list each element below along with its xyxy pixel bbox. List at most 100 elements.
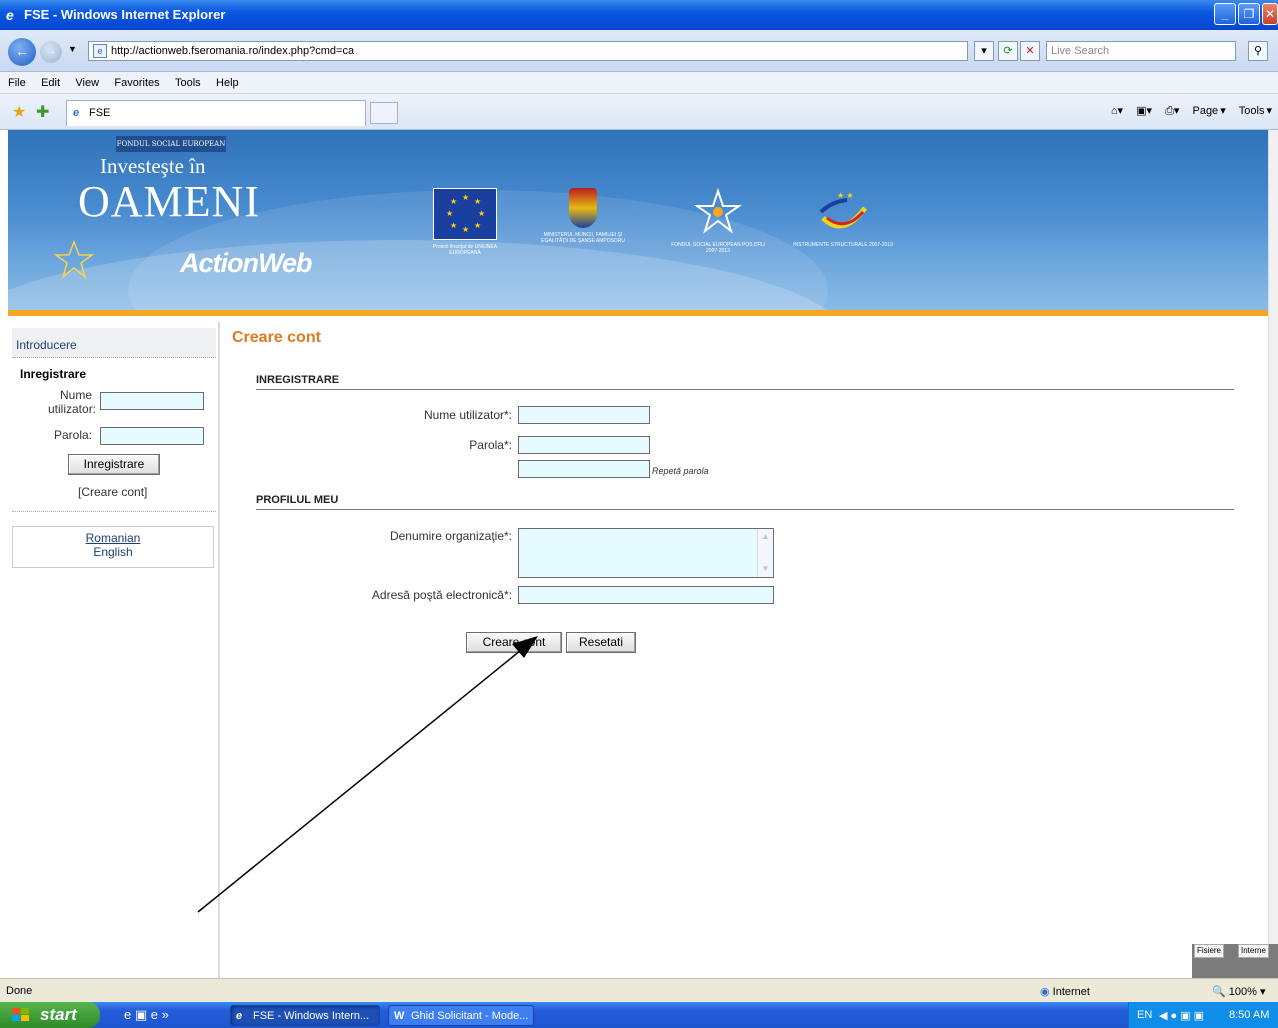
feeds-icon[interactable]: ▣▾ — [1136, 105, 1152, 117]
quicklaunch-icons[interactable]: e ▣ e » — [124, 1007, 169, 1023]
password-repeat-input[interactable] — [518, 460, 650, 478]
language-romanian-link[interactable]: Romanian — [13, 531, 213, 545]
mini-tab-internet[interactable]: Interne — [1238, 944, 1269, 958]
coat-of-arms-icon — [569, 188, 597, 228]
partner-caption: FONDUL SOCIAL EUROPEAN POS DRU 2007-2013 — [671, 242, 765, 254]
tab-label: FSE — [89, 107, 111, 119]
menu-help[interactable]: Help — [216, 72, 239, 94]
search-icon[interactable]: ⚲ — [1248, 41, 1268, 61]
partner-structural: ★ ★ INSTRUMENTE STRUCTURALE 2007-2013 — [788, 188, 898, 248]
partner-fse: FONDUL SOCIAL EUROPEAN POS DRU 2007-2013 — [668, 187, 768, 254]
organization-label: Denumire organizaţie*: — [389, 529, 512, 543]
svg-text:★ ★: ★ ★ — [837, 191, 854, 200]
address-toolbar: ← → ▼ e http://actionweb.fseromania.ro/i… — [0, 30, 1278, 72]
close-button[interactable]: ✕ — [1262, 3, 1278, 25]
site-banner: FONDUL SOCIAL EUROPEAN Investeşte în OAM… — [8, 130, 1268, 316]
tools-menu[interactable]: Tools — [1239, 105, 1265, 117]
ie-logo-icon: e — [6, 7, 14, 23]
page-menu[interactable]: Page — [1192, 105, 1218, 117]
zoom-level[interactable]: 🔍 100% ▾ — [1212, 985, 1265, 998]
search-input[interactable]: Live Search — [1046, 41, 1236, 61]
page-icon: e — [93, 44, 107, 58]
star-outline-icon — [54, 240, 94, 280]
partner-caption: MINISTERUL MUNCII, FAMILIEI ŞI EGALITĂŢI… — [541, 232, 625, 244]
favorites-star-icon[interactable]: ★ — [12, 102, 26, 122]
menu-edit[interactable]: Edit — [41, 72, 60, 94]
tray-clock: 8:50 AM — [1229, 1009, 1270, 1021]
menu-tools[interactable]: Tools — [175, 72, 201, 94]
task-ie[interactable]: e FSE - Windows Intern... — [230, 1005, 380, 1026]
scroll-down-icon[interactable]: ▼ — [760, 563, 771, 574]
task-ie-icon: e — [236, 1010, 243, 1022]
create-account-button[interactable]: Creare cont — [466, 632, 562, 653]
eu-flag-icon: ★ ★ ★ ★ ★ ★ ★ ★ — [433, 188, 497, 240]
new-tab-button[interactable] — [370, 102, 398, 124]
partner-eu: ★ ★ ★ ★ ★ ★ ★ ★ Proiect finanţat de UNIUNEA E… — [420, 188, 510, 256]
tab-fse[interactable]: e FSE — [66, 100, 366, 126]
web-page: FONDUL SOCIAL EUROPEAN Investeşte în OAM… — [8, 130, 1268, 978]
mini-panel: Fisiere Interne — [1192, 944, 1278, 978]
page-title: Creare cont — [232, 329, 321, 346]
command-bar: ⌂▾ ▣▾ ⎙▾ Page ▾ Tools ▾ — [1110, 105, 1272, 117]
windows-flag-icon — [12, 1008, 29, 1021]
home-icon[interactable]: ⌂▾ — [1111, 105, 1123, 117]
tab-bar: ★ ✚ e FSE ⌂▾ ▣▾ ⎙▾ Page ▾ Tools ▾ — [0, 94, 1278, 130]
back-button[interactable]: ← — [8, 38, 36, 66]
partner-caption: INSTRUMENTE STRUCTURALE 2007-2013 — [793, 242, 893, 248]
tray-language[interactable]: EN — [1137, 1009, 1152, 1021]
textarea-scrollbar[interactable]: ▲ ▼ — [757, 529, 773, 577]
window-titlebar: e FSE - Windows Internet Explorer _ ❐ ✕ — [0, 0, 1278, 30]
window-title: FSE - Windows Internet Explorer — [24, 7, 226, 22]
stop-icon[interactable]: ✕ — [1020, 41, 1040, 61]
start-button[interactable]: start — [0, 1002, 100, 1028]
task-word[interactable]: W Ghid Solicitant - Mode... — [388, 1005, 534, 1026]
globe-icon: ◉ — [1040, 986, 1050, 998]
address-input[interactable]: e http://actionweb.fseromania.ro/index.p… — [88, 41, 968, 61]
email-label: Adresă poştă electronică*: — [371, 588, 512, 602]
sidebar-create-account-link[interactable]: [Creare cont] — [78, 485, 147, 499]
language-box: Romanian English — [12, 526, 214, 568]
taskbar: start e ▣ e » e FSE - Windows Intern... … — [0, 1002, 1278, 1028]
refresh-icon[interactable]: ⟳ — [998, 41, 1018, 61]
scroll-up-icon[interactable]: ▲ — [760, 531, 771, 542]
sidebar-item-label: Introducere — [16, 338, 77, 352]
system-tray: EN ◀ ● ▣ ▣ 8:50 AM — [1128, 1002, 1278, 1028]
status-bar: Done ◉ Internet 🔍 100% ▾ — [0, 978, 1278, 1002]
partner-ministry: MINISTERUL MUNCII, FAMILIEI ŞI EGALITĂŢI… — [538, 188, 628, 244]
reset-button[interactable]: Resetati — [566, 632, 636, 653]
language-english-link[interactable]: English — [13, 545, 213, 559]
task-word-icon: W — [394, 1010, 405, 1022]
sidebar-login-title: Inregistrare — [20, 367, 87, 381]
tray-icons[interactable]: ◀ ● ▣ ▣ — [1159, 1009, 1204, 1022]
username-label-line2: utilizator: — [48, 402, 97, 416]
minimize-button[interactable]: _ — [1214, 3, 1236, 25]
username-input[interactable] — [518, 406, 650, 424]
menu-file[interactable]: File — [8, 72, 26, 94]
fse-tag: FONDUL SOCIAL EUROPEAN — [116, 136, 226, 152]
menu-view[interactable]: View — [75, 72, 99, 94]
sidebar-username-input[interactable] — [100, 392, 204, 410]
add-favorite-icon[interactable]: ✚ — [36, 102, 49, 122]
address-dropdown-icon[interactable]: ▾ — [974, 41, 994, 61]
print-icon[interactable]: ⎙▾ — [1165, 105, 1179, 117]
forward-button[interactable]: → — [40, 41, 62, 63]
menu-favorites[interactable]: Favorites — [114, 72, 159, 94]
start-label: start — [40, 1005, 77, 1024]
sidebar-password-input[interactable] — [100, 427, 204, 445]
brand-logo: ActionWeb — [180, 248, 312, 278]
security-zone: ◉ Internet — [1040, 985, 1090, 998]
task-label: Ghid Solicitant - Mode... — [411, 1010, 529, 1022]
history-dropdown-icon[interactable]: ▼ — [68, 44, 77, 54]
email-input[interactable] — [518, 586, 774, 604]
sidebar-item-intro[interactable]: Introducere — [12, 328, 216, 358]
sidebar-login-button[interactable]: Inregistrare — [68, 454, 160, 475]
mini-tab-files[interactable]: Fisiere — [1194, 944, 1225, 958]
password-repeat-hint: Repetă parola — [652, 466, 709, 476]
maximize-button[interactable]: ❐ — [1238, 3, 1260, 25]
page-scrollbar[interactable] — [1268, 130, 1278, 978]
organization-textarea[interactable]: ▲ ▼ — [518, 528, 774, 578]
menu-bar: File Edit View Favorites Tools Help — [0, 72, 1278, 94]
status-text: Done — [6, 985, 33, 997]
password-input[interactable] — [518, 436, 650, 454]
zoom-value: 100% — [1228, 986, 1257, 998]
